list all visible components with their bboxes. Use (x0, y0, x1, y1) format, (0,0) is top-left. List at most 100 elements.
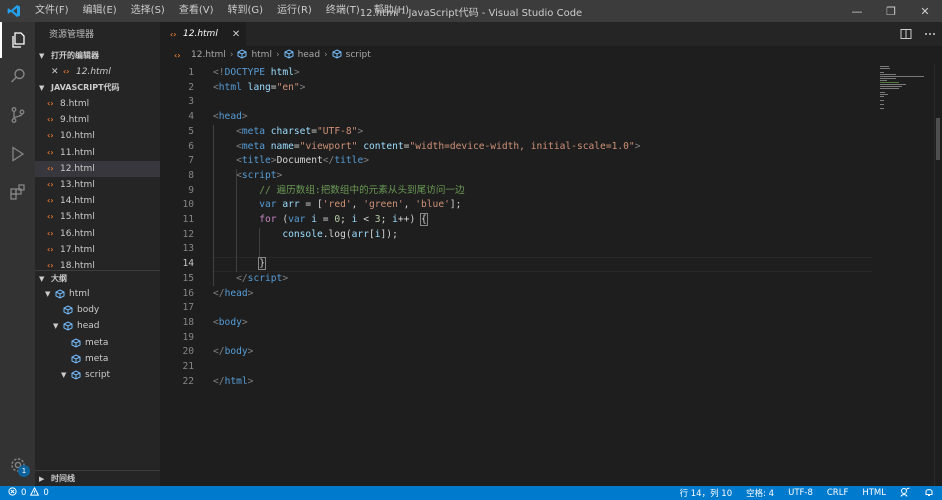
line-number: 11 (182, 214, 194, 225)
tab-12-html[interactable]: ‹› 12.html ✕ (160, 22, 246, 46)
file-item[interactable]: ‹› 15.html (35, 209, 160, 225)
menu-item[interactable]: 运行(R) (270, 0, 319, 22)
file-item[interactable]: ‹› 18.html (35, 258, 160, 270)
line-content: var arr = ['red', 'green', 'blue']; (213, 198, 461, 213)
code-token: </ (213, 375, 225, 387)
tab-bar: ‹› 12.html ✕ (160, 22, 942, 46)
symbol-icon (71, 354, 85, 364)
folder-header[interactable]: ▼ JAVASCRIPT代码 (35, 80, 160, 96)
chevron-right-icon: › (324, 50, 328, 60)
menu-item[interactable]: 帮助(H) (367, 0, 416, 22)
outline-label: meta (85, 353, 109, 364)
minimap-line (880, 82, 899, 83)
code-token: charset (270, 125, 312, 137)
file-item[interactable]: ‹› 9.html (35, 112, 160, 128)
file-name: 14.html (60, 196, 95, 207)
more-actions-icon[interactable] (924, 25, 936, 44)
outline-item[interactable]: ▼ html (35, 286, 160, 302)
menu-item[interactable]: 编辑(E) (76, 0, 124, 22)
line-content: <meta charset="UTF-8"> (213, 125, 363, 140)
outline-item[interactable]: meta (35, 351, 160, 367)
folder-label: JAVASCRIPT代码 (51, 83, 120, 92)
open-editors-header[interactable]: ▼ 打开的编辑器 (35, 48, 160, 64)
code-token: "UTF-8" (317, 125, 358, 137)
line-number: 18 (182, 316, 194, 328)
file-name: 16.html (60, 228, 95, 239)
code-token: DOCTYPE (224, 67, 265, 78)
code-line: 14 } (160, 257, 880, 272)
code-token: 'blue' (415, 199, 450, 211)
close-window-button[interactable]: ✕ (908, 0, 942, 22)
line-number: 1 (188, 67, 194, 78)
close-icon[interactable]: ✕ (51, 64, 63, 80)
code-token: > (299, 81, 306, 93)
menu-item[interactable]: 选择(S) (124, 0, 172, 22)
timeline-header[interactable]: ▶ 时间线 (35, 471, 160, 486)
code-token: > (293, 67, 300, 78)
menu-item[interactable]: 文件(F) (28, 0, 76, 22)
breadcrumb-item[interactable]: 12.html (191, 50, 226, 60)
open-editor-item[interactable]: ✕ ‹› 12.html (35, 64, 160, 80)
symbol-icon (332, 48, 342, 62)
run-debug-icon[interactable] (0, 136, 35, 172)
scrollbar-thumb[interactable] (936, 118, 940, 160)
file-item[interactable]: ‹› 8.html (35, 96, 160, 112)
gear-icon[interactable] (0, 447, 35, 483)
feedback-icon[interactable] (900, 487, 910, 500)
breadcrumb-item[interactable]: head (298, 50, 320, 60)
file-item[interactable]: ‹› 14.html (35, 193, 160, 209)
file-item[interactable]: ‹› 16.html (35, 226, 160, 242)
outline-item[interactable]: body (35, 302, 160, 318)
file-item[interactable]: ‹› 17.html (35, 242, 160, 258)
minimap[interactable] (878, 64, 934, 124)
minimize-button[interactable]: — (840, 0, 874, 22)
menu-item[interactable]: 转到(G) (221, 0, 271, 22)
html-file-icon: ‹› (47, 99, 54, 108)
file-item[interactable]: ‹› 10.html (35, 128, 160, 144)
extensions-icon[interactable] (0, 174, 35, 210)
line-number: 8 (188, 169, 194, 181)
line-number: 14 (182, 258, 194, 270)
cursor-position[interactable]: 行 14，列 10 (680, 487, 733, 499)
code-token: "en" (276, 81, 300, 93)
outline-item[interactable]: meta (35, 335, 160, 351)
file-item[interactable]: ‹› 12.html (35, 160, 160, 177)
line-content: for (var i = 0; i < 3; i++) { (213, 213, 428, 228)
outline-item[interactable]: ▼ script (35, 367, 160, 383)
menu-item[interactable]: 查看(V) (172, 0, 221, 22)
title-bar: 文件(F) 编辑(E) 选择(S) 查看(V) 转到(G) 运行(R) 终端(T) 帮助(H)… (0, 0, 942, 22)
code-editor[interactable]: 1 <!DOCTYPE html> 2 <html lang="en"> 3 4 <head… (160, 64, 880, 486)
code-line: 21 (160, 360, 880, 375)
language-mode[interactable]: HTML (862, 488, 886, 498)
code-token: , (351, 199, 364, 211)
code-line: 15 </script> (160, 272, 880, 287)
outline-header[interactable]: ▼ 大纲 (35, 270, 160, 286)
file-item[interactable]: ‹› 13.html (35, 177, 160, 193)
breadcrumb-item[interactable]: html (251, 50, 272, 60)
line-number: 6 (188, 140, 194, 152)
source-control-icon[interactable] (0, 97, 35, 133)
encoding[interactable]: UTF-8 (788, 488, 813, 498)
breadcrumb-item[interactable]: script (346, 50, 371, 60)
code-token: arr (351, 228, 369, 240)
indentation[interactable]: 空格: 4 (746, 487, 774, 499)
code-token: </ (236, 272, 248, 284)
file-item[interactable]: ‹› 11.html (35, 145, 160, 161)
split-editor-icon[interactable] (900, 25, 912, 44)
line-content: <script> (213, 169, 282, 184)
menu-item[interactable]: 终端(T) (319, 0, 367, 22)
search-icon[interactable] (0, 58, 35, 94)
line-ending[interactable]: CRLF (827, 488, 848, 498)
code-line: 11 for (var i = 0; i < 3; i++) { (160, 213, 880, 228)
explorer-icon[interactable] (0, 22, 35, 58)
problems-indicator[interactable]: 0 0 (0, 486, 49, 499)
notifications-icon[interactable] (924, 487, 934, 500)
code-token: > (357, 125, 364, 137)
code-token: body (224, 346, 248, 358)
outline-item[interactable]: ▼ head (35, 318, 160, 334)
code-token: < (357, 214, 375, 225)
maximize-button[interactable]: ❐ (874, 0, 908, 22)
minimap-line (880, 80, 888, 81)
tab-close-icon[interactable]: ✕ (232, 29, 240, 40)
minimap-line (880, 96, 885, 97)
